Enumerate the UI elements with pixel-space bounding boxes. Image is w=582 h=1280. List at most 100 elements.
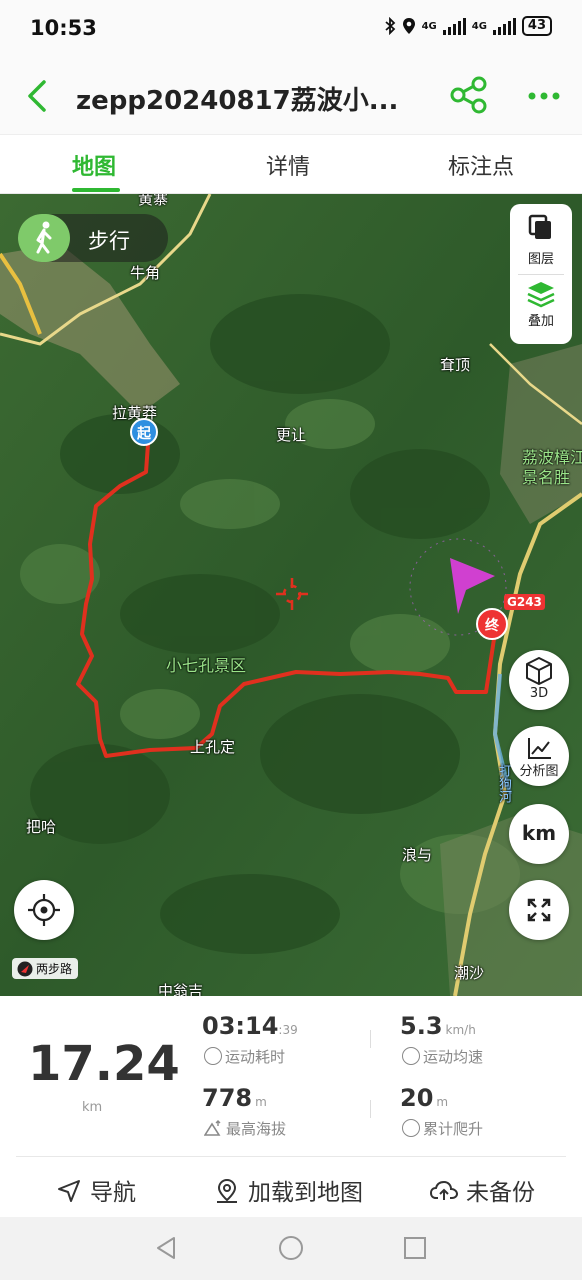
navigation-arrow-icon xyxy=(58,1180,80,1202)
map-label: 耷顶 xyxy=(440,356,471,374)
status-icons: 4G 4G 43 xyxy=(384,16,552,36)
layers-button[interactable]: 图层 xyxy=(510,206,572,274)
signal-icon xyxy=(492,17,516,35)
climb-value: 20 m xyxy=(400,1084,448,1112)
map-label: 更让 xyxy=(276,426,307,444)
recents-nav-icon[interactable] xyxy=(400,1233,430,1263)
distance-value: 17.24 xyxy=(28,1036,180,1092)
layers-label: 图层 xyxy=(527,252,554,267)
backup-button[interactable]: 未备份 xyxy=(429,1173,535,1207)
map-view[interactable]: 黄寨 牛角 拉黄莽 更让 耷顶 荔波樟江景名胜 小七孔景区 上孔定 把哈 浪与 … xyxy=(0,194,582,996)
avg-speed-label-row: 运动均速 xyxy=(402,1046,483,1067)
duration-label: 运动耗时 xyxy=(225,1048,286,1066)
tab-bar: 地图 详情 标注点 xyxy=(0,134,582,194)
end-marker[interactable]: 终 xyxy=(476,608,508,640)
map-label: 浪与 xyxy=(402,846,433,864)
map-label-scenic: 小七孔景区 xyxy=(166,656,247,675)
fullscreen-button[interactable] xyxy=(509,880,569,940)
stats-panel: 17.24 km 03:14:39 运动耗时 5.3 km/h 运动均速 778 m… xyxy=(0,996,582,1157)
avg-speed-label: 运动均速 xyxy=(423,1048,484,1066)
cloud-upload-icon xyxy=(429,1180,459,1200)
backup-label: 未备份 xyxy=(466,1180,535,1206)
clock-icon xyxy=(204,1047,222,1065)
divider xyxy=(518,274,564,275)
logo-icon xyxy=(17,961,33,977)
map-label: 中翁吉 xyxy=(158,982,204,996)
duration-value: 03:14:39 xyxy=(202,1012,298,1040)
load-to-map-button[interactable]: 加载到地图 xyxy=(214,1173,363,1207)
start-marker[interactable]: 起 xyxy=(130,418,158,446)
duration-seconds: :39 xyxy=(278,1023,298,1037)
analysis-button[interactable]: 分析图 xyxy=(509,726,569,786)
max-altitude-main: 778 xyxy=(202,1084,253,1112)
share-button[interactable] xyxy=(448,74,490,116)
map-label: 黄寨 xyxy=(138,194,169,208)
max-altitude-unit: m xyxy=(255,1095,267,1109)
logo-text: 两步路 xyxy=(36,962,73,976)
analysis-label: 分析图 xyxy=(519,764,559,779)
expand-icon xyxy=(527,898,551,922)
tab-waypoints[interactable]: 标注点 xyxy=(448,149,514,181)
map-label-scenic: 荔波樟江景名胜 xyxy=(522,448,582,487)
climb-main: 20 xyxy=(400,1084,434,1112)
logo-watermark: 两步路 xyxy=(12,958,79,979)
chevron-left-icon xyxy=(28,80,46,112)
distance-unit: km xyxy=(82,1100,103,1115)
walk-icon xyxy=(18,214,70,262)
status-time: 10:53 xyxy=(30,16,97,40)
map-label: 上孔定 xyxy=(190,738,236,756)
more-icon xyxy=(528,92,560,100)
climb-label-row: 累计爬升 xyxy=(402,1118,483,1139)
max-altitude-label-row: 最高海拔 xyxy=(203,1118,287,1139)
climb-icon xyxy=(402,1119,420,1137)
map-label: 牛角 xyxy=(130,264,161,282)
tab-map[interactable]: 地图 xyxy=(72,149,116,181)
divider xyxy=(370,1100,371,1118)
status-bar: 10:53 4G 4G 43 xyxy=(0,0,582,58)
avg-speed-main: 5.3 xyxy=(400,1012,443,1040)
page-title: zepp20240817荔波小... xyxy=(76,86,399,116)
signal-icon xyxy=(442,17,466,35)
max-altitude-value: 778 m xyxy=(202,1084,267,1112)
overlay-label: 叠加 xyxy=(527,314,554,329)
layers-icon xyxy=(528,214,551,239)
bluetooth-icon xyxy=(384,17,395,35)
avg-speed-value: 5.3 km/h xyxy=(400,1012,476,1040)
road-sign: G243 xyxy=(504,594,545,610)
unit-label: km xyxy=(521,821,557,845)
system-nav-bar xyxy=(0,1217,582,1280)
locate-icon xyxy=(28,894,60,926)
back-button[interactable] xyxy=(20,76,56,116)
locate-button[interactable] xyxy=(14,880,74,940)
map-pin-icon xyxy=(217,1178,237,1203)
action-bar: 导航 加载到地图 未备份 xyxy=(0,1157,582,1217)
3d-button[interactable]: 3D xyxy=(509,650,569,710)
avg-speed-unit: km/h xyxy=(445,1023,476,1037)
location-icon xyxy=(402,18,415,34)
back-nav-icon[interactable] xyxy=(152,1233,182,1263)
overlay-button[interactable]: 叠加 xyxy=(510,276,572,344)
network-type-1: 4G xyxy=(421,20,437,32)
activity-mode-chip[interactable]: 步行 xyxy=(18,214,168,262)
share-icon xyxy=(450,76,487,114)
map-label: 把哈 xyxy=(26,818,57,836)
activity-mode-label: 步行 xyxy=(88,229,130,253)
more-button[interactable] xyxy=(524,78,564,114)
max-altitude-label: 最高海拔 xyxy=(226,1120,287,1138)
tab-details[interactable]: 详情 xyxy=(266,149,310,181)
climb-unit: m xyxy=(436,1095,449,1109)
divider xyxy=(370,1030,371,1048)
app-header: zepp20240817荔波小... xyxy=(0,58,582,134)
climb-label: 累计爬升 xyxy=(423,1120,484,1138)
layers-panel: 图层 叠加 xyxy=(510,204,572,344)
navigate-button[interactable]: 导航 xyxy=(56,1173,136,1207)
duration-label-row: 运动耗时 xyxy=(204,1046,285,1067)
navigate-label: 导航 xyxy=(90,1180,136,1206)
tab-underline xyxy=(72,188,120,192)
home-nav-icon[interactable] xyxy=(276,1233,306,1263)
unit-button[interactable]: km xyxy=(509,804,569,864)
battery-icon: 43 xyxy=(521,16,552,36)
duration-main: 03:14 xyxy=(202,1012,279,1040)
mountain-icon xyxy=(203,1120,221,1136)
satellite-map xyxy=(0,194,582,996)
